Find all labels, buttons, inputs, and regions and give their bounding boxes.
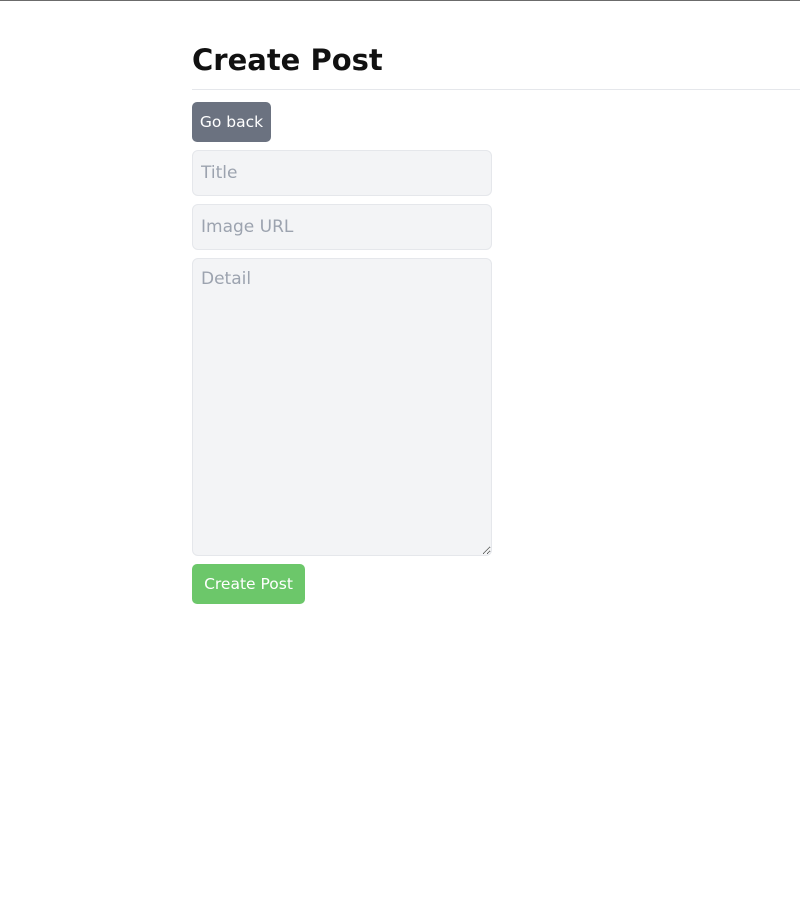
title-divider — [192, 89, 800, 90]
create-post-button[interactable]: Create Post — [192, 564, 305, 604]
title-input[interactable] — [192, 150, 492, 196]
page-title: Create Post — [192, 43, 383, 77]
image-url-input[interactable] — [192, 204, 492, 250]
detail-textarea[interactable] — [192, 258, 492, 556]
go-back-button[interactable]: Go back — [192, 102, 271, 142]
window-top-border — [0, 0, 800, 1]
